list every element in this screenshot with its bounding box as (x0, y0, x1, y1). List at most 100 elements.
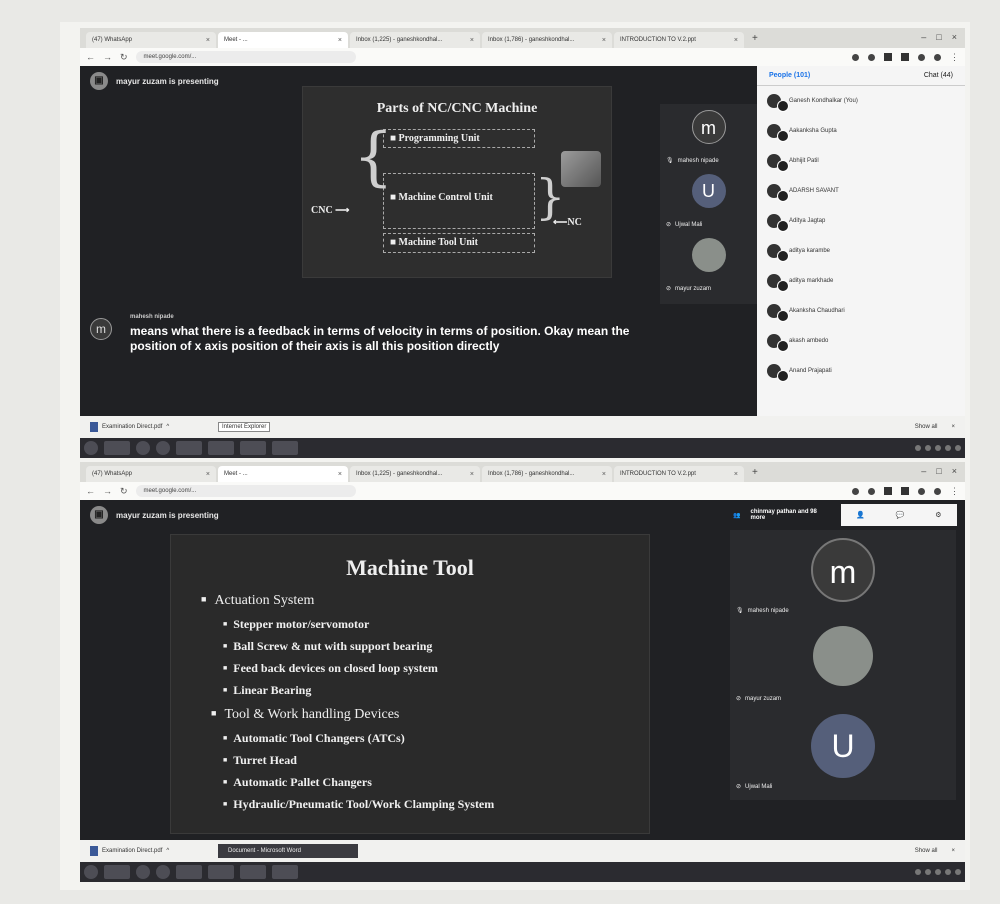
url-field[interactable]: meet.google.com/... (135, 51, 356, 63)
activities-icon[interactable]: ⚙ (935, 511, 941, 519)
extension-icon[interactable] (884, 487, 892, 495)
maximize-icon[interactable]: □ (936, 32, 941, 42)
avatar (767, 244, 789, 262)
tab-whatsapp[interactable]: (47) WhatsApp × (86, 466, 216, 482)
start-icon[interactable] (84, 865, 98, 879)
people-icon[interactable]: 👤 (856, 511, 865, 519)
list-item[interactable]: Aakanksha Gupta (757, 116, 965, 146)
participant-tile[interactable]: U ⊘ Ujwal Mali (730, 706, 956, 794)
tab-inbox-2[interactable]: Inbox (1,786) - ganeshkondhal... × (482, 32, 612, 48)
taskbar-app[interactable] (136, 441, 150, 455)
tab-label: INTRODUCTION TO V.2.ppt (620, 471, 696, 477)
forward-icon[interactable]: → (103, 486, 112, 496)
close-icon[interactable]: × (206, 471, 210, 478)
list-item[interactable]: aditya markhade (757, 266, 965, 296)
taskbar-app[interactable] (272, 865, 298, 879)
list-item[interactable]: Ganesh Kondhalkar (You) (757, 86, 965, 116)
close-window-icon[interactable]: × (952, 32, 957, 42)
menu-icon[interactable]: ⋮ (950, 486, 959, 497)
close-icon[interactable]: × (206, 37, 210, 44)
list-item[interactable]: Akanksha Chaudhari (757, 296, 965, 326)
url-field[interactable]: meet.google.com/... (135, 485, 356, 497)
taskbar-app[interactable] (156, 865, 170, 879)
taskbar-app[interactable] (272, 441, 298, 455)
tab-inbox-1[interactable]: Inbox (1,225) - ganeshkondhal... × (350, 466, 480, 482)
tab-inbox-2[interactable]: Inbox (1,786) - ganeshkondhal... × (482, 466, 612, 482)
close-icon[interactable]: × (602, 471, 606, 478)
close-window-icon[interactable]: × (952, 466, 957, 476)
tab-people[interactable]: People (101) (769, 72, 810, 79)
menu-icon[interactable]: ⋮ (950, 52, 959, 63)
extension-icon[interactable] (852, 53, 859, 61)
chrome-icon[interactable] (208, 441, 234, 455)
extension-icon[interactable] (901, 53, 909, 61)
profile-icon[interactable] (934, 53, 941, 61)
taskbar-app[interactable] (176, 441, 202, 455)
taskbar-app[interactable] (156, 441, 170, 455)
back-icon[interactable]: ← (86, 486, 95, 496)
taskbar-app[interactable] (240, 441, 266, 455)
profile-icon[interactable] (934, 487, 941, 495)
tab-ppt[interactable]: INTRODUCTION TO V.2.ppt × (614, 466, 744, 482)
list-item[interactable]: Abhijit Patil (757, 146, 965, 176)
tab-chat[interactable]: Chat (44) (924, 72, 953, 79)
taskbar-app[interactable] (104, 441, 130, 455)
close-icon[interactable]: × (338, 37, 342, 44)
taskbar-app[interactable] (240, 865, 266, 879)
reload-icon[interactable]: ↻ (120, 486, 128, 497)
close-icon[interactable]: × (470, 471, 474, 478)
participant-tile[interactable]: m 🎙 mahesh nipade (730, 530, 956, 618)
tab-whatsapp[interactable]: (47) WhatsApp × (86, 32, 216, 48)
show-all-button[interactable]: Show all (915, 424, 938, 430)
list-item[interactable]: akash ambedo (757, 326, 965, 356)
minimize-icon[interactable]: – (921, 32, 926, 42)
list-item[interactable]: Anand Prajapati (757, 356, 965, 386)
taskbar-app[interactable] (136, 865, 150, 879)
extension-icon[interactable] (918, 53, 925, 61)
participant-tile[interactable]: m 🎙 mahesh nipade (660, 104, 757, 168)
new-tab-button[interactable]: + (746, 466, 764, 482)
close-icon[interactable]: × (734, 471, 738, 478)
extension-icon[interactable] (884, 53, 892, 61)
nc-label: ⟵NC (553, 217, 582, 228)
tab-meet[interactable]: Meet - ... × (218, 466, 348, 482)
tab-inbox-1[interactable]: Inbox (1,225) - ganeshkondhal... × (350, 32, 480, 48)
close-icon[interactable]: × (951, 424, 955, 430)
close-icon[interactable]: × (338, 471, 342, 478)
forward-icon[interactable]: → (103, 52, 112, 62)
close-icon[interactable]: × (734, 37, 738, 44)
maximize-icon[interactable]: □ (936, 466, 941, 476)
chrome-icon[interactable] (208, 865, 234, 879)
taskbar-app[interactable] (104, 865, 130, 879)
tab-meet[interactable]: Meet - ... × (218, 32, 348, 48)
start-icon[interactable] (84, 441, 98, 455)
extension-icon[interactable] (868, 53, 875, 61)
people-panel: People (101) Chat (44) Ganesh Kondhalkar… (757, 66, 965, 416)
tab-ppt[interactable]: INTRODUCTION TO V.2.ppt × (614, 32, 744, 48)
reload-icon[interactable]: ↻ (120, 52, 128, 63)
list-item[interactable]: Aditya Jagtap (757, 206, 965, 236)
extension-icon[interactable] (852, 487, 859, 495)
extension-icon[interactable] (868, 487, 875, 495)
new-tab-button[interactable]: + (746, 32, 764, 48)
close-icon[interactable]: × (470, 37, 474, 44)
download-item[interactable]: Examination Direct.pdf ^ (90, 846, 210, 856)
taskbar-app[interactable] (176, 865, 202, 879)
participants-icon: 👥 (733, 512, 741, 519)
minimize-icon[interactable]: – (921, 466, 926, 476)
pdf-icon (90, 422, 98, 432)
taskbar-preview-word[interactable]: Document - Microsoft Word (218, 844, 358, 858)
close-icon[interactable]: × (602, 37, 606, 44)
chat-icon[interactable]: 💬 (896, 511, 905, 519)
download-item[interactable]: Examination Direct.pdf ^ (90, 422, 210, 432)
show-all-button[interactable]: Show all (915, 848, 938, 854)
extension-icon[interactable] (901, 487, 909, 495)
list-item[interactable]: ADARSH SAVANT (757, 176, 965, 206)
list-item[interactable]: aditya karambe (757, 236, 965, 266)
participant-tile[interactable]: U ⊘ Ujwal Mali (660, 168, 757, 232)
participant-tile[interactable]: ⊘ mayur zuzam (660, 232, 757, 296)
extension-icon[interactable] (918, 487, 925, 495)
back-icon[interactable]: ← (86, 52, 95, 62)
participant-tile[interactable]: ⊘ mayur zuzam (730, 618, 956, 706)
close-icon[interactable]: × (951, 848, 955, 854)
